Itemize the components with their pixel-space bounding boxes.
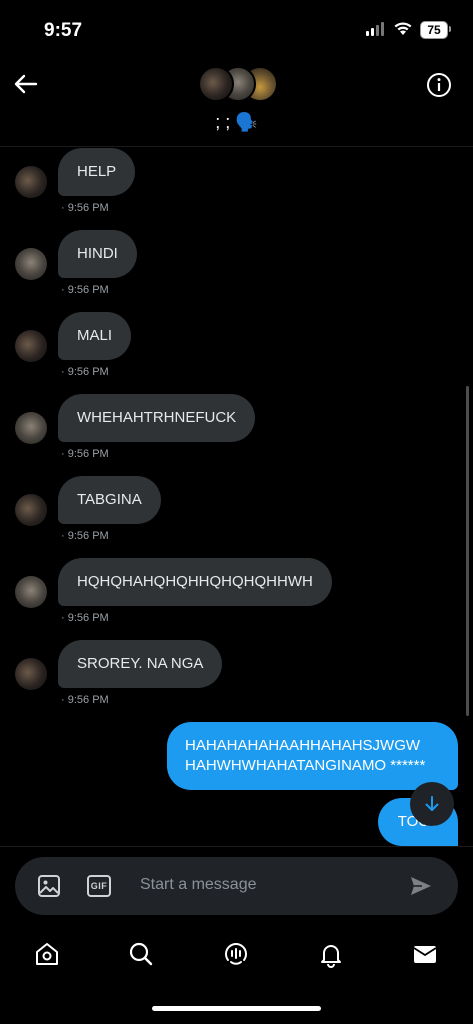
scrollbar[interactable] [466, 386, 469, 716]
timestamp-dot: · [61, 448, 68, 460]
media-button[interactable] [35, 872, 63, 900]
wifi-icon [394, 22, 412, 35]
outgoing-message-bubble[interactable]: HAHAHAHAHAAHHAHAHSJWGW HAHWHWHAHATANGINA… [167, 722, 458, 790]
timestamp-dot: · [61, 530, 68, 542]
composer-bar: GIF Start a message [0, 846, 473, 927]
timestamp-text: 9:56 PM [67, 366, 109, 378]
message-bubble[interactable]: TABGINA [58, 476, 161, 524]
timestamp-text: 9:56 PM [67, 612, 109, 624]
message-timestamp: · 9:56 PM [61, 612, 109, 624]
timestamp-text: 9:56 PM [67, 448, 109, 460]
battery-icon: 75 [420, 21, 448, 39]
avatar[interactable] [15, 166, 47, 198]
gif-button[interactable]: GIF [85, 872, 113, 900]
timestamp-dot: · [61, 612, 68, 624]
timestamp-dot: · [61, 366, 68, 378]
message-bubble[interactable]: HQHQHAHQHQHHQHQHQHHWH [58, 558, 332, 606]
image-icon [38, 875, 60, 897]
timestamp-dot: · [61, 202, 68, 214]
group-avatars[interactable] [198, 66, 278, 102]
message-bubble[interactable]: HINDI [58, 230, 137, 278]
message-input[interactable]: Start a message [140, 876, 257, 894]
timestamp-dot: · [61, 284, 68, 296]
back-arrow-icon[interactable] [12, 72, 40, 96]
avatar[interactable] [15, 330, 47, 362]
message-timestamp: · 9:56 PM [61, 694, 109, 706]
tab-messages[interactable] [405, 934, 445, 974]
avatar[interactable] [15, 412, 47, 444]
battery-tip [449, 26, 451, 32]
gif-icon: GIF [87, 875, 111, 897]
search-icon [129, 942, 153, 966]
arrow-down-icon [425, 796, 439, 811]
outgoing-message-line: HAHWHWHAHATANGINAMO ****** [185, 757, 426, 774]
tab-spaces[interactable] [216, 934, 256, 974]
cellular-signal-icon [366, 22, 384, 36]
spaces-icon [225, 943, 247, 965]
message-bubble[interactable]: MALI [58, 312, 132, 360]
tab-search[interactable] [121, 934, 161, 974]
send-icon [411, 877, 431, 895]
notifications-icon [321, 945, 341, 968]
message-bubble[interactable]: SROREY. NA NGA [58, 640, 223, 688]
avatar[interactable] [15, 658, 47, 690]
status-time: 9:57 [44, 20, 83, 41]
outgoing-message-line: HAHAHAHAHAAHHAHAHSJWGW [185, 737, 421, 754]
timestamp-text: 9:56 PM [67, 284, 109, 296]
timestamp-text: 9:56 PM [67, 694, 109, 706]
home-indicator[interactable] [152, 1006, 321, 1011]
scroll-to-bottom-button[interactable] [410, 782, 454, 826]
conversation-header: ; ; 🗣️ [0, 60, 473, 147]
message-bubble[interactable]: WHEHAHTRHNEFUCK [58, 394, 256, 442]
info-icon[interactable] [426, 72, 452, 98]
timestamp-text: 9:56 PM [67, 202, 109, 214]
timestamp-dot: · [61, 694, 68, 706]
tab-home[interactable] [27, 934, 67, 974]
message-timestamp: · 9:56 PM [61, 448, 109, 460]
timestamp-text: 9:56 PM [67, 530, 109, 542]
messages-icon [413, 946, 437, 963]
avatar[interactable] [15, 248, 47, 280]
message-timestamp: · 9:56 PM [61, 202, 109, 214]
avatar [198, 66, 234, 102]
avatar[interactable] [15, 576, 47, 608]
message-composer: GIF Start a message [15, 857, 458, 915]
home-icon [36, 943, 58, 965]
group-name[interactable]: ; ; 🗣️ [0, 112, 473, 133]
message-bubble[interactable]: HELP [58, 148, 136, 196]
avatar[interactable] [15, 494, 47, 526]
status-bar: 9:57 75 [0, 0, 473, 60]
tab-notifications[interactable] [311, 934, 351, 974]
message-timestamp: · 9:56 PM [61, 284, 109, 296]
send-button[interactable] [407, 872, 435, 900]
message-timestamp: · 9:56 PM [61, 530, 109, 542]
message-timestamp: · 9:56 PM [61, 366, 109, 378]
message-thread[interactable]: HELP · 9:56 PM HINDI · 9:56 PM MALI · 9:… [0, 146, 473, 846]
